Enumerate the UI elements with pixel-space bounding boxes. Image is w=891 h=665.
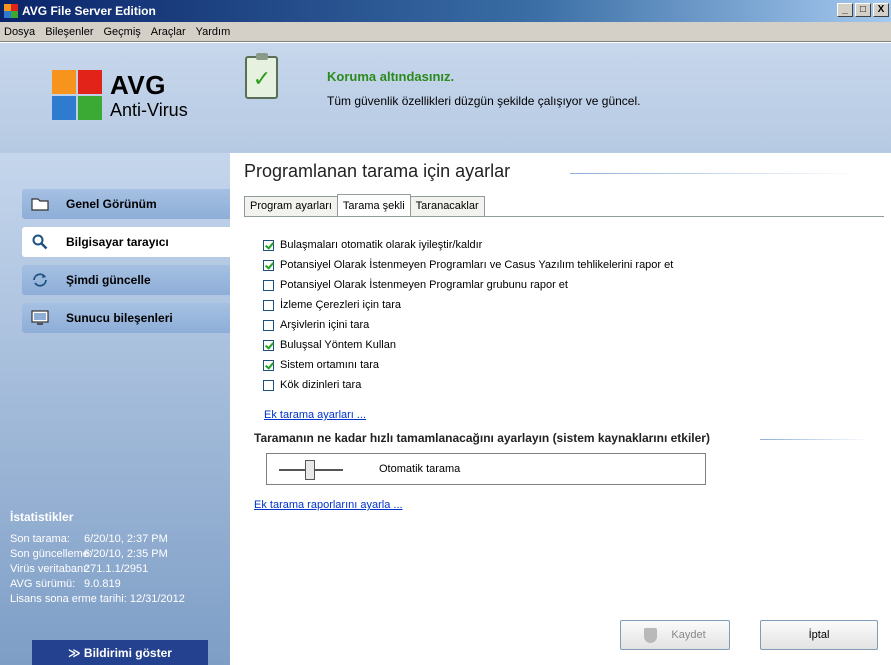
option-system-environment[interactable]: Sistem ortamını tara <box>263 359 379 371</box>
tab-program-settings[interactable]: Program ayarları <box>244 196 338 216</box>
close-button[interactable]: X <box>873 3 889 17</box>
stat-avg-version: AVG sürümü: 9.0.819 <box>10 578 121 590</box>
logo-product: Anti-Virus <box>110 100 188 120</box>
sidebar-item-scanner[interactable]: Bilgisayar tarayıcı <box>22 227 230 257</box>
stat-last-scan: Son tarama: 6/20/10, 2:37 PM <box>10 533 168 545</box>
sidebar-item-label: Genel Görünüm <box>66 197 157 211</box>
status-title: Koruma altındasınız. <box>327 69 455 84</box>
update-icon <box>30 271 50 289</box>
checkbox[interactable] <box>263 239 274 251</box>
sidebar-item-overview[interactable]: Genel Görünüm <box>22 189 230 219</box>
maximize-button[interactable]: □ <box>855 3 871 17</box>
shield-icon <box>644 627 658 643</box>
option-report-pup-spyware[interactable]: Potansiyel Olarak İstenmeyen Programları… <box>263 259 673 271</box>
sidebar-item-update[interactable]: Şimdi güncelle <box>22 265 230 295</box>
menu-history[interactable]: Geçmiş <box>104 26 141 38</box>
menu-file[interactable]: Dosya <box>4 26 35 38</box>
folder-icon <box>30 195 50 213</box>
checkbox[interactable] <box>263 279 274 291</box>
slider-thumb[interactable] <box>305 460 315 480</box>
speed-section-divider <box>760 439 870 440</box>
avg-logo-icon <box>52 70 102 120</box>
menu-help[interactable]: Yardım <box>196 26 231 38</box>
stat-last-update: Son güncelleme:6/20/10, 2:35 PM <box>10 548 168 560</box>
menu-tools[interactable]: Araçlar <box>151 26 186 38</box>
sidebar-item-label: Şimdi güncelle <box>66 273 151 287</box>
option-heuristics[interactable]: Buluşsal Yöntem Kullan <box>263 339 396 351</box>
tab-strip: Program ayarları Tarama şekli Taranacakl… <box>244 194 485 216</box>
sidebar-item-label: Bilgisayar tarayıcı <box>66 235 169 249</box>
main-content: Programlanan tarama için ayarlar Program… <box>230 153 891 665</box>
checkbox[interactable] <box>263 319 274 331</box>
slider-label: Otomatik tarama <box>379 463 461 475</box>
option-rootkits[interactable]: Kök dizinleri tara <box>263 379 361 391</box>
scan-reports-link[interactable]: Ek tarama raporlarını ayarla ... <box>254 499 403 511</box>
monitor-icon <box>30 309 50 327</box>
minimize-button[interactable]: _ <box>837 3 853 17</box>
sidebar-item-label: Sunucu bileşenleri <box>66 311 173 325</box>
stats-title: İstatistikler <box>10 510 74 524</box>
window-title: AVG File Server Edition <box>22 4 156 18</box>
option-tracking-cookies[interactable]: İzleme Çerezleri için tara <box>263 299 401 311</box>
tab-scan-targets[interactable]: Taranacaklar <box>409 196 485 216</box>
tab-scan-mode[interactable]: Tarama şekli <box>336 194 411 216</box>
stat-license-expiry: Lisans sona erme tarihi: 12/31/2012 <box>10 593 185 605</box>
clipboard-check-icon: ✓ <box>245 53 278 99</box>
title-divider <box>570 173 860 174</box>
title-bar: AVG File Server Edition _ □ X <box>0 0 891 22</box>
cancel-button[interactable]: İptal <box>760 620 878 650</box>
page-title: Programlanan tarama için ayarlar <box>244 161 511 181</box>
checkbox[interactable] <box>263 379 274 391</box>
sidebar: Genel Görünüm Bilgisayar tarayıcı Şimdi … <box>0 153 230 665</box>
show-notification-button[interactable]: ≫ Bildirimi göster <box>32 640 208 665</box>
status-description: Tüm güvenlik özellikleri düzgün şekilde … <box>327 94 641 108</box>
option-report-pup-group[interactable]: Potansiyel Olarak İstenmeyen Programlar … <box>263 279 568 291</box>
checkbox[interactable] <box>263 339 274 351</box>
menu-bar: Dosya Bileşenler Geçmiş Araçlar Yardım <box>0 22 891 42</box>
tab-panel-border <box>244 216 884 217</box>
sidebar-item-server-components[interactable]: Sunucu bileşenleri <box>22 303 230 333</box>
menu-components[interactable]: Bileşenler <box>45 26 93 38</box>
avg-app-icon <box>4 4 18 18</box>
speed-section-title: Taramanın ne kadar hızlı tamamlanacağını… <box>254 431 710 445</box>
stat-virus-db: Virüs veritabanı:271.1.1/2951 <box>10 563 149 575</box>
save-button[interactable]: Kaydet <box>620 620 730 650</box>
option-auto-heal[interactable]: Bulaşmaları otomatik olarak iyileştir/ka… <box>263 239 482 251</box>
checkbox[interactable] <box>263 299 274 311</box>
checkbox[interactable] <box>263 259 274 271</box>
option-scan-archives[interactable]: Arşivlerin içini tara <box>263 319 369 331</box>
magnifier-icon <box>30 233 50 251</box>
header: AVG Anti-Virus ✓ Koruma altındasınız. Tü… <box>0 43 891 153</box>
logo-name: AVG <box>110 70 166 100</box>
checkbox[interactable] <box>263 359 274 371</box>
scan-speed-slider[interactable]: Otomatik tarama <box>266 453 706 485</box>
extra-scan-settings-link[interactable]: Ek tarama ayarları ... <box>264 409 366 421</box>
